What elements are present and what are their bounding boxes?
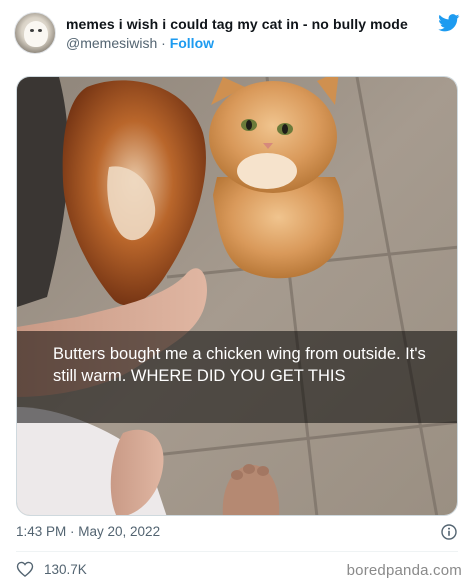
tweet-photo[interactable]: Butters bought me a chicken wing from ou… — [16, 76, 458, 516]
like-action[interactable]: 130.7K — [16, 559, 87, 579]
cat — [209, 77, 344, 279]
tweet-card: memes i wish i could tag my cat in - no … — [0, 0, 474, 586]
avatar-eye — [30, 29, 34, 32]
separator-dot: · — [161, 35, 166, 51]
follow-button[interactable]: Follow — [170, 35, 214, 51]
avatar[interactable] — [14, 12, 56, 54]
avatar-cat-face — [24, 21, 48, 47]
info-icon[interactable] — [441, 524, 457, 540]
heart-icon[interactable] — [16, 560, 34, 578]
display-name[interactable]: memes i wish i could tag my cat in - no … — [66, 16, 408, 32]
twitter-bird-icon[interactable] — [438, 14, 460, 32]
timestamp[interactable]: 1:43 PM · May 20, 2022 — [16, 524, 160, 539]
handle-line: @memesiwish · Follow — [66, 35, 214, 51]
watermark: boredpanda.com — [346, 562, 462, 579]
photo-scene — [17, 77, 457, 515]
avatar-eye — [38, 29, 42, 32]
handle[interactable]: @memesiwish — [66, 35, 157, 51]
tweet-header: memes i wish i could tag my cat in - no … — [14, 10, 460, 56]
photo-caption: Butters bought me a chicken wing from ou… — [53, 345, 426, 385]
like-count: 130.7K — [44, 561, 87, 577]
divider — [16, 551, 458, 552]
